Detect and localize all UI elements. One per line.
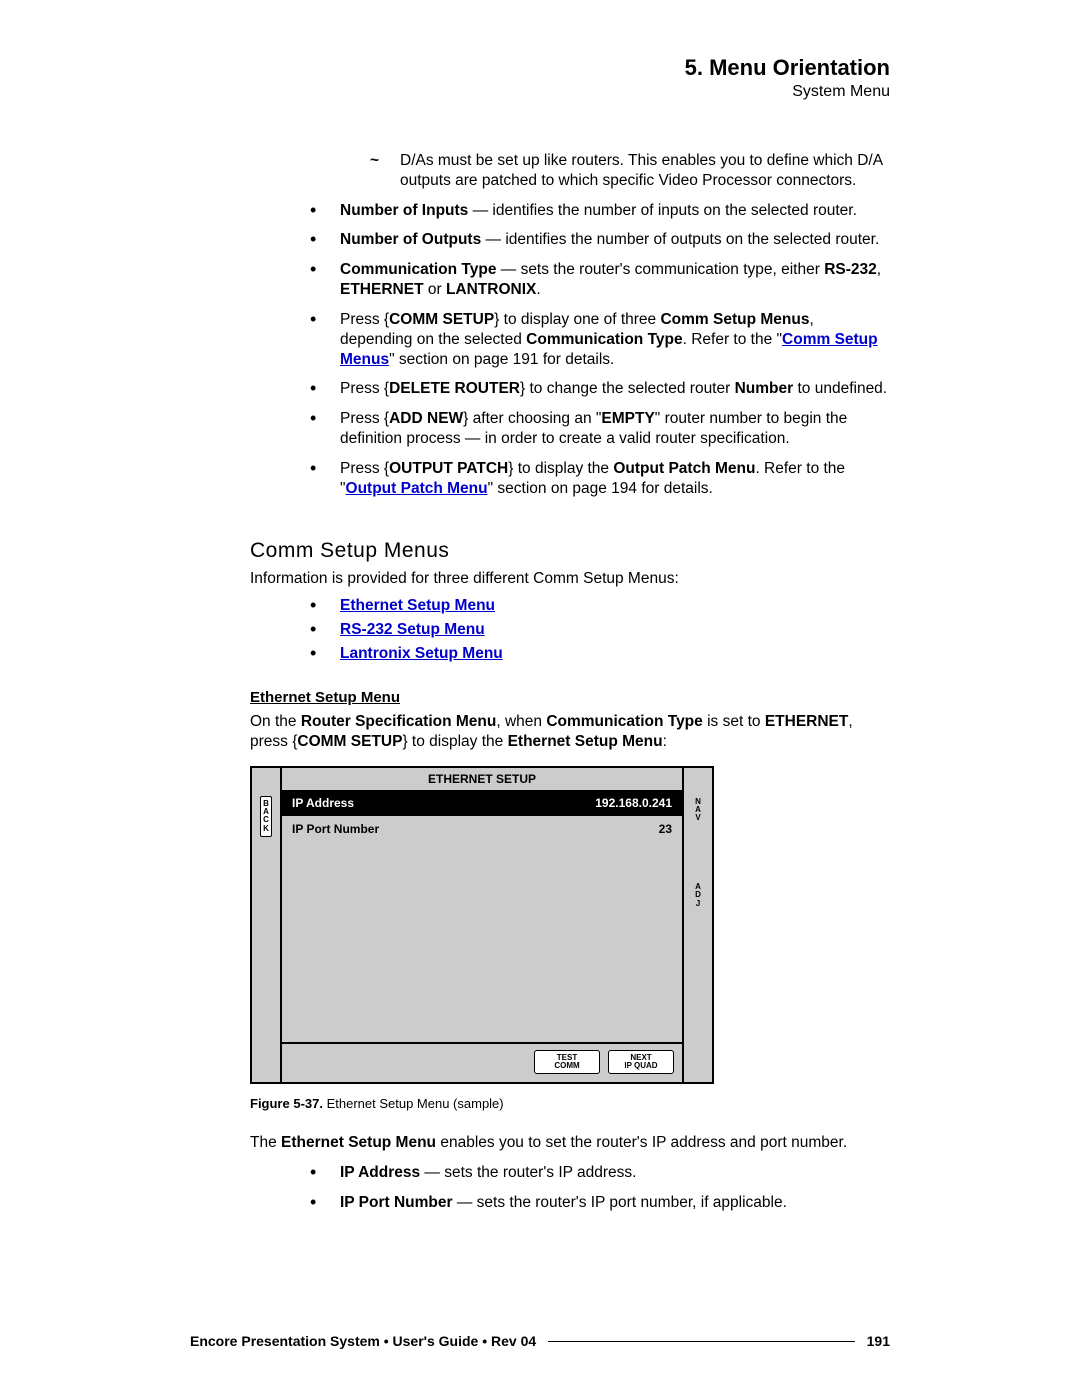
page-number: 191 [867, 1333, 890, 1349]
page-footer: Encore Presentation System • User's Guid… [190, 1333, 890, 1349]
tilde-paragraph: ~ D/As must be set up like routers. This… [370, 151, 890, 191]
link-output-patch-menu[interactable]: Output Patch Menu [346, 480, 488, 497]
figure-ethernet-setup: BACK ETHERNET SETUP IP Address 192.168.0… [250, 766, 890, 1112]
ethernet-intro: On the Router Specification Menu, when C… [250, 712, 890, 752]
tail-bullet-list: IP Address — sets the router's IP addres… [250, 1163, 890, 1213]
list-item: Number of Inputs — identifies the number… [310, 201, 890, 221]
chapter-subtitle: System Menu [250, 83, 890, 101]
next-ip-quad-button[interactable]: NEXTIP QUAD [608, 1050, 674, 1075]
list-item: Ethernet Setup Menu [310, 596, 890, 616]
link-rs232-setup-menu[interactable]: RS-232 Setup Menu [340, 621, 485, 638]
nav-label: NAV [695, 798, 701, 823]
list-item: Communication Type — sets the router's c… [310, 260, 890, 300]
post-figure-text: The Ethernet Setup Menu enables you to s… [250, 1133, 890, 1153]
list-item: Press {DELETE ROUTER} to change the sele… [310, 379, 890, 399]
list-item: Number of Outputs — identifies the numbe… [310, 230, 890, 250]
menu-row-ip-address[interactable]: IP Address 192.168.0.241 [282, 790, 682, 816]
list-item: IP Port Number — sets the router's IP po… [310, 1193, 890, 1213]
test-comm-button[interactable]: TESTCOMM [534, 1050, 600, 1075]
subsection-heading-ethernet: Ethernet Setup Menu [250, 689, 890, 706]
section-heading-comm-setup: Comm Setup Menus [250, 539, 890, 563]
list-item: IP Address — sets the router's IP addres… [310, 1163, 890, 1183]
adj-label: ADJ [695, 883, 701, 908]
menu-row-ip-port[interactable]: IP Port Number 23 [282, 816, 682, 842]
back-button[interactable]: BACK [260, 796, 272, 838]
list-item: Press {ADD NEW} after choosing an "EMPTY… [310, 409, 890, 449]
list-item: Lantronix Setup Menu [310, 644, 890, 664]
list-item: Press {COMM SETUP} to display one of thr… [310, 310, 890, 369]
main-bullet-list: Number of Inputs — identifies the number… [250, 201, 890, 499]
chapter-title: 5. Menu Orientation [250, 55, 890, 81]
figure-caption: Figure 5-37. Ethernet Setup Menu (sample… [250, 1096, 890, 1111]
tilde-marker: ~ [370, 151, 400, 191]
list-item: Press {OUTPUT PATCH} to display the Outp… [310, 459, 890, 499]
link-lantronix-setup-menu[interactable]: Lantronix Setup Menu [340, 645, 503, 662]
intro-text: Information is provided for three differ… [250, 569, 890, 589]
screen-title: ETHERNET SETUP [282, 768, 682, 790]
footer-title: Encore Presentation System • User's Guid… [190, 1333, 536, 1349]
list-item: RS-232 Setup Menu [310, 620, 890, 640]
link-ethernet-setup-menu[interactable]: Ethernet Setup Menu [340, 597, 495, 614]
